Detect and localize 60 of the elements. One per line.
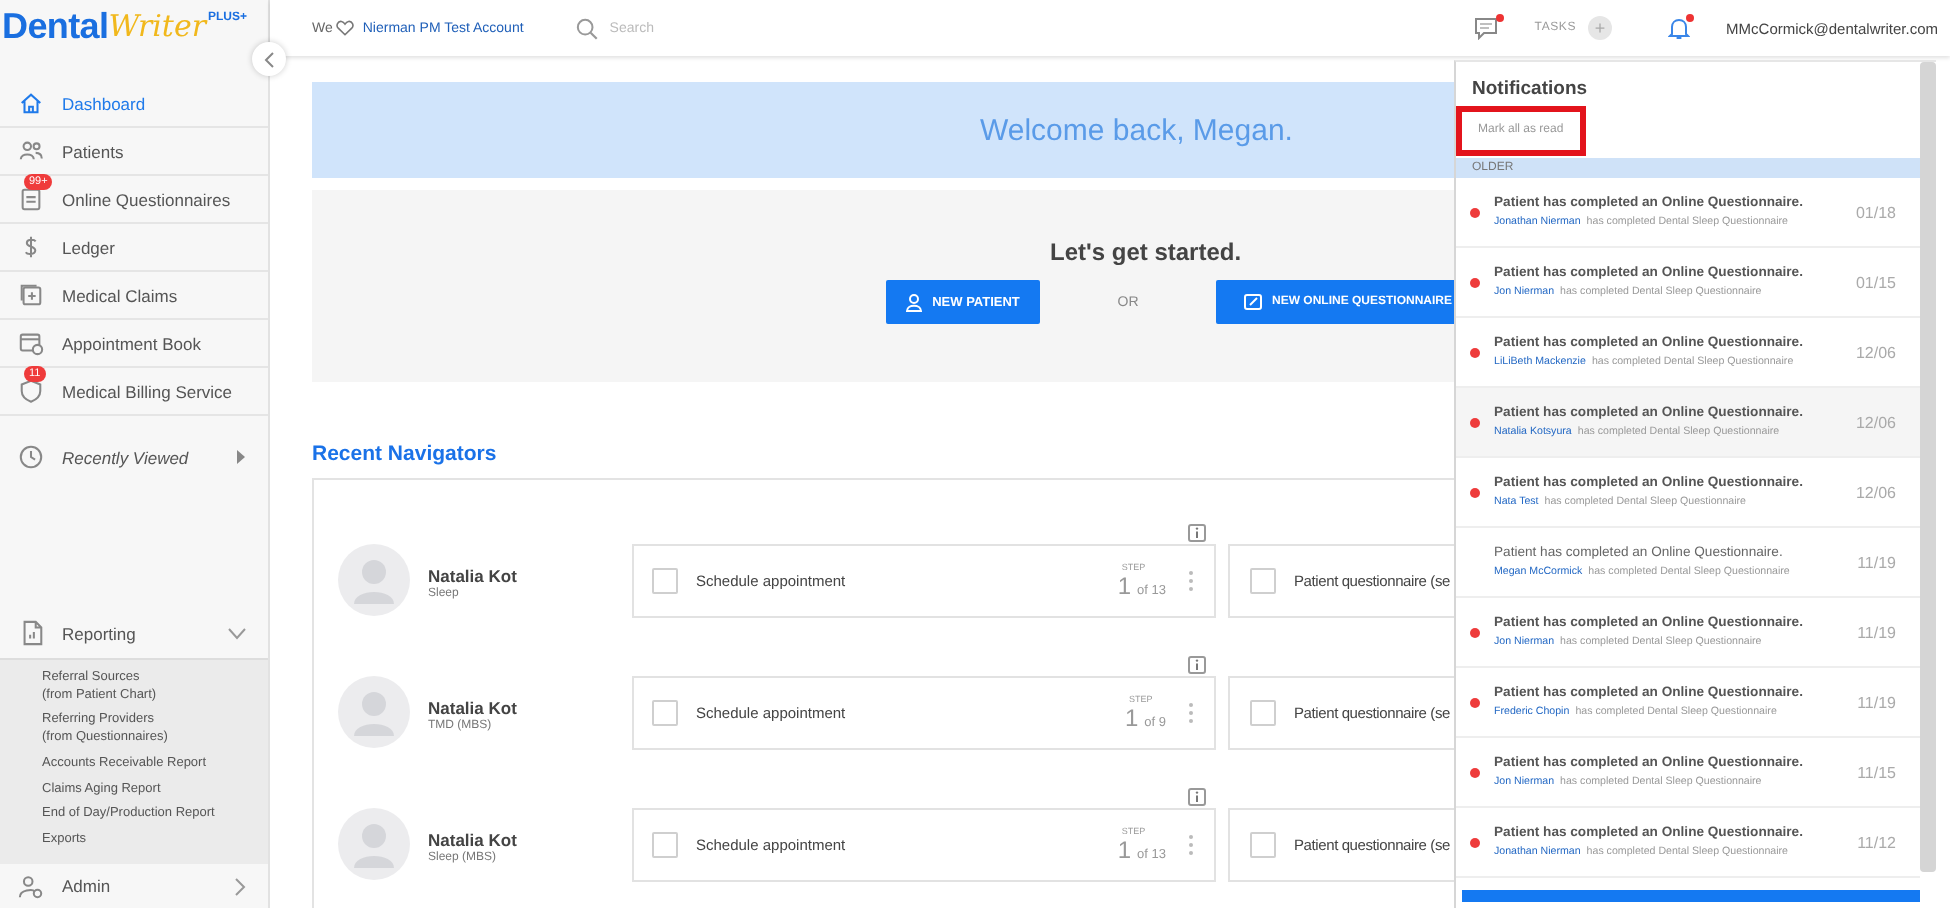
house-icon [18,90,44,116]
patient-name[interactable]: Natalia Kot [428,829,632,850]
edit-icon [1244,293,1262,312]
notification-date: 01/15 [1855,273,1896,291]
people-icon [18,138,44,164]
avatar [338,544,410,617]
notification-date: 12/06 [1855,413,1896,431]
notification-date: 11/19 [1857,623,1896,641]
patient-name[interactable]: Natalia Kot [428,565,632,586]
sidebar-item[interactable]: Medical Claims [0,272,268,320]
sidebar-item[interactable]: Recently Viewed [0,434,268,480]
avatar [338,676,410,749]
get-started-heading: Let's get started. [1050,238,1244,267]
checkbox[interactable] [1250,832,1276,859]
kebab-icon[interactable] [1188,570,1194,593]
bell-icon[interactable] [1668,16,1691,41]
chat-icon[interactable] [1474,16,1501,41]
section-heading: Recent Navigators [312,442,499,467]
scrollbar[interactable] [1920,62,1936,872]
step-number: 1 [1124,704,1139,733]
clipboard-icon [18,186,44,212]
checkbox[interactable] [652,832,678,859]
sidebar-item[interactable]: Ledger [0,224,268,272]
notification-date: 11/15 [1857,763,1896,781]
chevron-right-icon [234,877,246,895]
kebab-icon[interactable] [1188,834,1194,857]
notification-date: 12/06 [1855,343,1896,361]
document-icon [19,620,43,647]
calendar-clock-icon [18,330,44,356]
welcome-text: Welcome back, Megan. [980,113,1293,148]
shield-icon [18,378,44,404]
avatar [338,808,410,881]
person-gear-icon [18,873,44,899]
sidebar-item[interactable]: Patients [0,128,268,176]
notification-date: 01/18 [1855,203,1896,221]
info-icon[interactable] [1188,788,1206,807]
heart-icon [336,20,355,37]
notification-date: 12/06 [1855,483,1896,501]
patient-name[interactable]: Natalia Kot [428,697,632,718]
checkbox[interactable] [1250,700,1276,727]
step-number: 1 [1117,836,1132,865]
checkbox[interactable] [1250,568,1276,595]
person-icon [906,293,923,312]
panel-title: Notifications [1472,78,1590,100]
sidebar-item[interactable]: Dashboard [0,80,268,128]
sidebar-item[interactable]: Appointment Book [0,320,268,368]
plus-document-icon [18,282,44,308]
search-icon [575,17,598,40]
notification-date: 11/12 [1857,833,1896,851]
notification-date: 11/19 [1857,553,1896,571]
info-icon[interactable] [1188,524,1206,543]
checkbox[interactable] [652,568,678,595]
clock-icon [18,444,44,470]
step-number: 1 [1117,572,1132,601]
info-icon[interactable] [1188,656,1206,675]
kebab-icon[interactable] [1188,702,1194,725]
chevron-left-icon [264,51,274,67]
notification-date: 11/19 [1857,693,1896,711]
sidebar-item[interactable]: Admin [0,864,268,908]
checkbox[interactable] [652,700,678,727]
